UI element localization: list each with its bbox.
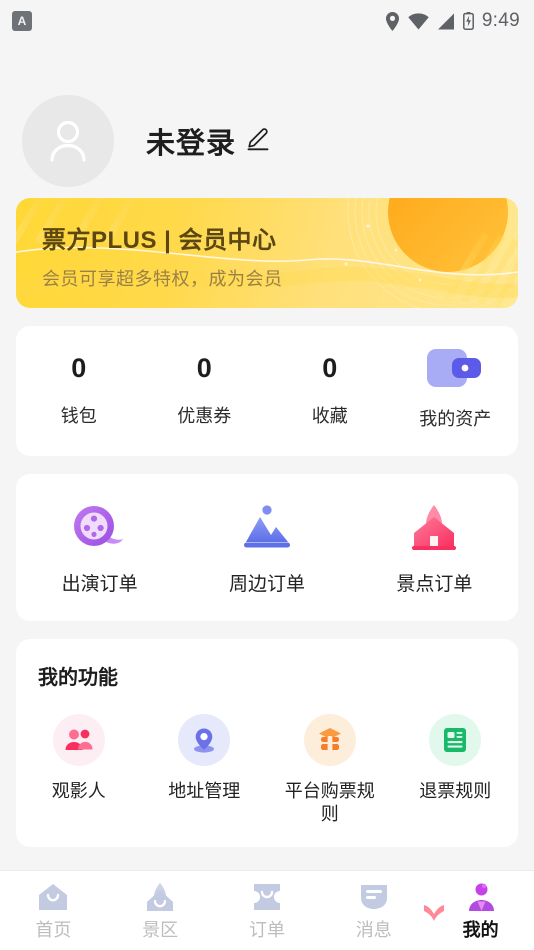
- stat-item-wallet[interactable]: 0 钱包: [16, 352, 142, 428]
- profile-header[interactable]: 未登录: [0, 42, 534, 194]
- banner-subtitle: 会员可享超多特权，成为会员: [42, 269, 283, 289]
- person-avatar-icon: [42, 113, 94, 170]
- stat-label: 收藏: [311, 405, 348, 426]
- bottom-tab-bar: 首页 景区 订单 消息 我的: [0, 870, 534, 950]
- mountains-icon: [240, 499, 294, 551]
- tab-label: 我的: [462, 919, 499, 940]
- user-profile-icon: [465, 880, 497, 914]
- tab-mine[interactable]: 我的: [424, 880, 534, 942]
- plus-membership-banner[interactable]: 票方PLUS | 会员中心 会员可享超多特权，成为会员: [16, 198, 518, 308]
- page-title: 未登录: [146, 128, 237, 160]
- stat-item-my-assets[interactable]: 我的资产: [393, 349, 519, 431]
- app-badge-icon: A: [12, 11, 32, 31]
- tab-home[interactable]: 首页: [0, 880, 107, 942]
- edit-pencil-icon[interactable]: [246, 127, 270, 156]
- wallet-icon: [426, 349, 484, 387]
- status-bar-right: 9:49: [385, 10, 520, 32]
- order-entry-surrounding[interactable]: 周边订单: [183, 499, 350, 596]
- temple-house-icon: [408, 499, 460, 551]
- stat-value: 0: [322, 352, 338, 383]
- status-bar-left: A: [12, 11, 32, 31]
- stat-value: 0: [71, 352, 87, 383]
- heart-icon: [421, 902, 447, 931]
- order-entry-attraction[interactable]: 景点订单: [351, 499, 518, 596]
- function-item-viewers[interactable]: 观影人: [16, 714, 142, 827]
- ticket-stack-icon: [303, 714, 356, 766]
- function-label: 观影人: [51, 781, 106, 801]
- function-label: 平台购票规则: [284, 781, 375, 825]
- function-item-address[interactable]: 地址管理: [142, 714, 268, 827]
- function-grid: 观影人 地址管理 平台购票规则 退票规则: [16, 714, 518, 827]
- wifi-icon: [408, 12, 429, 30]
- ticket-icon: [251, 880, 283, 914]
- order-label: 景点订单: [396, 574, 473, 595]
- banner-title: 票方PLUS | 会员中心: [42, 227, 277, 254]
- stats-card: 0 钱包 0 优惠券 0 收藏 我的资产: [16, 326, 518, 456]
- home-icon: [37, 880, 69, 914]
- stat-label: 我的资产: [419, 408, 492, 429]
- banner-text: 票方PLUS | 会员中心 会员可享超多特权，成为会员: [16, 198, 518, 291]
- tab-label: 消息: [355, 919, 392, 940]
- signal-icon: [437, 13, 455, 30]
- function-item-purchase-rules[interactable]: 平台购票规则: [267, 714, 393, 827]
- stat-label: 优惠券: [177, 405, 232, 426]
- status-bar: A 9:49: [0, 0, 534, 42]
- message-badge-icon: [359, 880, 389, 914]
- document-list-icon: [429, 714, 482, 766]
- orders-card: 出演订单 周边订单 景点订单: [16, 474, 518, 621]
- tab-label: 首页: [35, 919, 72, 940]
- section-title: 我的功能: [38, 667, 118, 689]
- function-item-refund-rules[interactable]: 退票规则: [393, 714, 519, 827]
- status-bar-clock: 9:49: [481, 10, 520, 31]
- stat-item-favorite[interactable]: 0 收藏: [267, 352, 393, 428]
- stat-item-coupon[interactable]: 0 优惠券: [142, 352, 268, 428]
- mine-page: A 9:49 未登录 票方PLUS | 会员中心 会员可享超多特权，成为会员 0…: [0, 0, 534, 950]
- nickname-row[interactable]: 未登录: [146, 120, 270, 162]
- tab-orders[interactable]: 订单: [214, 880, 321, 942]
- tab-scenic[interactable]: 景区: [107, 880, 214, 942]
- film-reel-icon: [72, 499, 128, 551]
- tab-label: 景区: [142, 919, 179, 940]
- location-pin-icon: [178, 714, 231, 766]
- order-label: 出演订单: [61, 574, 138, 595]
- my-functions-card: 我的功能 观影人 地址管理 平台购票规则 退票规则: [16, 639, 518, 847]
- function-label: 退票规则: [419, 781, 492, 801]
- scenic-mountain-icon: [143, 880, 177, 914]
- tab-label: 订单: [248, 919, 285, 940]
- order-entry-performance[interactable]: 出演订单: [16, 499, 183, 596]
- people-group-icon: [52, 714, 105, 766]
- stat-value: 0: [196, 352, 212, 383]
- stat-label: 钱包: [60, 405, 97, 426]
- function-label: 地址管理: [168, 781, 241, 801]
- avatar[interactable]: [22, 95, 114, 187]
- battery-icon: [462, 12, 474, 30]
- location-pin-icon: [385, 11, 400, 31]
- tab-messages[interactable]: 消息: [320, 880, 427, 942]
- order-label: 周边订单: [228, 574, 305, 595]
